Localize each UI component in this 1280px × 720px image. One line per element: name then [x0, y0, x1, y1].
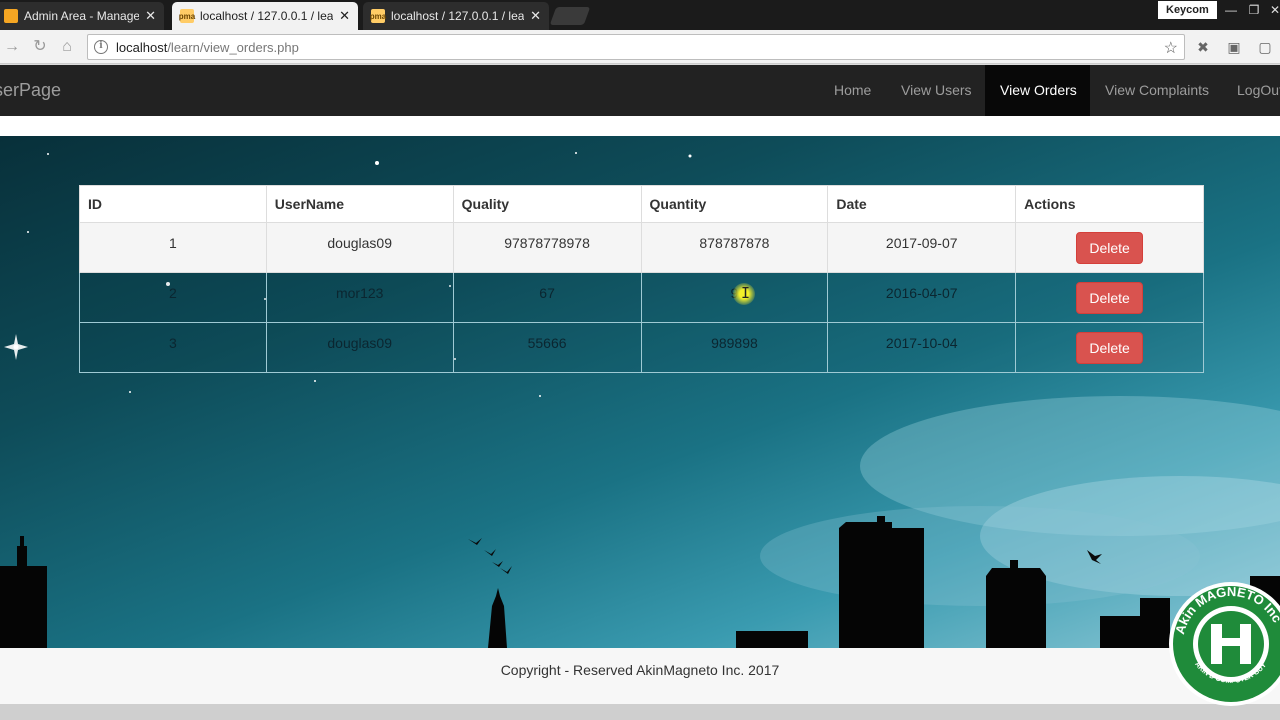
text-cursor-icon: I [741, 284, 751, 302]
col-header-username: UserName [265, 185, 454, 223]
cell-username: douglas09 [265, 222, 454, 273]
col-header-quality: Quality [452, 185, 642, 223]
home-icon[interactable]: ⌂ [57, 37, 77, 57]
minimize-icon[interactable]: — [1220, 2, 1242, 18]
nav-logout[interactable]: LogOut [1222, 65, 1280, 116]
extension-puzzle-icon[interactable]: ✖ [1194, 38, 1212, 56]
bookmark-star-icon[interactable]: ☆ [1164, 38, 1178, 58]
cell-date: 2016-04-07 [827, 272, 1017, 323]
cell-quality: 97878778978 [452, 222, 642, 273]
tab-close-icon[interactable]: ✕ [339, 8, 350, 24]
extension-badge-icon[interactable]: ▢ [1256, 38, 1274, 56]
phpmyadmin-favicon-icon: pma [370, 9, 386, 23]
col-header-date: Date [827, 185, 1017, 223]
window-close-icon[interactable]: ✕ [1264, 2, 1280, 18]
site-footer: Copyright - Reserved AkinMagneto Inc. 20… [0, 648, 1280, 704]
tab-close-icon[interactable]: ✕ [145, 8, 156, 24]
forward-arrow-icon[interactable]: → [2, 37, 22, 57]
horizontal-scrollbar[interactable] [0, 704, 1280, 720]
tab-title: localhost / 127.0.0.1 / lea [391, 9, 525, 23]
nav-view-users[interactable]: View Users [886, 65, 987, 116]
akin-magneto-logo-watermark: Akin MAGNETO Inc AKIN D COMPUTER GUY [1169, 582, 1280, 706]
tab-close-icon[interactable]: ✕ [530, 8, 541, 24]
site-info-icon[interactable]: i [94, 40, 108, 54]
url-host: localhost [116, 39, 168, 55]
maximize-icon[interactable]: ❐ [1243, 2, 1265, 18]
col-header-quantity: Quantity [640, 185, 829, 223]
cell-date: 2017-10-04 [827, 322, 1017, 373]
site-navbar: serPage Home View Users View Orders View… [0, 65, 1280, 116]
cell-id: 2 [79, 272, 267, 323]
cell-quality: 55666 [452, 322, 642, 373]
navbar-brand[interactable]: serPage [0, 80, 61, 101]
browser-tabstrip: Admin Area - Manage Ak ✕ pma localhost /… [0, 0, 1280, 30]
address-bar[interactable]: i localhost/learn/view_orders.php ☆ [87, 34, 1185, 60]
nav-view-complaints[interactable]: View Complaints [1090, 65, 1224, 116]
cell-username: mor123 [265, 272, 454, 323]
delete-button[interactable]: Delete [1076, 332, 1143, 364]
cell-date: 2017-09-07 [827, 222, 1017, 273]
tab-favicon-icon [4, 9, 18, 23]
text-cursor-highlight: I [733, 283, 755, 305]
col-header-actions: Actions [1015, 185, 1204, 223]
nav-view-orders[interactable]: View Orders [985, 65, 1090, 116]
orders-table: ID UserName Quality Quantity Date Action… [79, 185, 1204, 373]
cell-id: 3 [79, 322, 267, 373]
col-header-id: ID [79, 185, 267, 223]
cell-id: 1 [79, 222, 267, 273]
profile-button[interactable]: Keycom [1158, 1, 1217, 19]
delete-button[interactable]: Delete [1076, 232, 1143, 264]
table-row: 1 douglas09 97878778978 878787878 2017-0… [79, 222, 1204, 273]
table-header-row: ID UserName Quality Quantity Date Action… [79, 185, 1204, 223]
cell-quantity: 989898 [640, 322, 829, 373]
url-path: /learn/view_orders.php [167, 39, 299, 55]
cell-quality: 67 [452, 272, 642, 323]
cell-actions: Delete [1015, 222, 1204, 273]
table-row: 2 mor123 67 9 2016-04-07 Delete [79, 272, 1204, 323]
cell-username: douglas09 [265, 322, 454, 373]
delete-button[interactable]: Delete [1076, 282, 1143, 314]
cell-quantity: 878787878 [640, 222, 829, 273]
browser-tab-phpmyadmin-1[interactable]: pma localhost / 127.0.0.1 / lea ✕ [172, 2, 358, 30]
footer-copyright: Copyright - Reserved AkinMagneto Inc. 20… [500, 662, 780, 678]
browser-toolbar: → ↻ ⌂ i localhost/learn/view_orders.php … [0, 30, 1280, 64]
tab-title: localhost / 127.0.0.1 / lea [200, 9, 334, 23]
web-page: serPage Home View Users View Orders View… [0, 65, 1280, 720]
tab-title: Admin Area - Manage Ak [24, 9, 140, 23]
cell-actions: Delete [1015, 322, 1204, 373]
table-row: 3 douglas09 55666 989898 2017-10-04 Dele… [79, 322, 1204, 373]
night-skyline-background: ID UserName Quality Quantity Date Action… [0, 136, 1280, 648]
new-tab-button[interactable] [549, 7, 591, 25]
browser-tab-admin-area[interactable]: Admin Area - Manage Ak ✕ [0, 2, 164, 30]
browser-tab-phpmyadmin-2[interactable]: pma localhost / 127.0.0.1 / lea ✕ [363, 2, 549, 30]
cell-actions: Delete [1015, 272, 1204, 323]
phpmyadmin-favicon-icon: pma [179, 9, 195, 23]
extension-camera-icon[interactable]: ▣ [1225, 38, 1243, 56]
nav-home[interactable]: Home [819, 65, 886, 116]
reload-icon[interactable]: ↻ [30, 37, 50, 57]
